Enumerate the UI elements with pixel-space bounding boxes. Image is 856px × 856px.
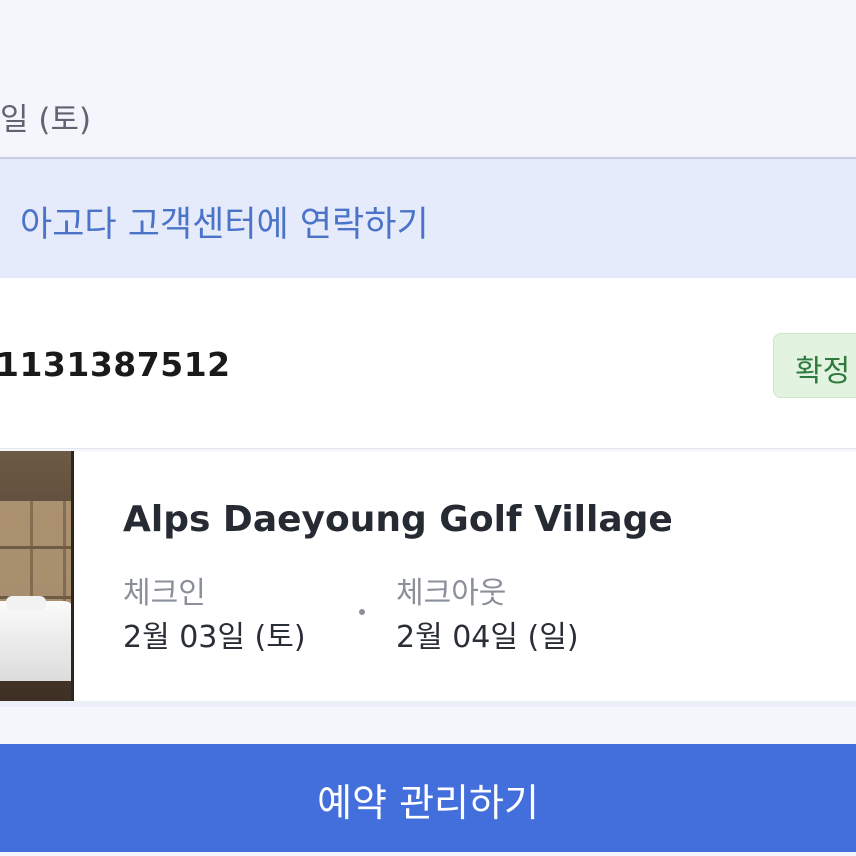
- hotel-thumbnail-image[interactable]: [0, 451, 74, 701]
- manage-booking-label: 예약 관리하기: [317, 781, 539, 825]
- checkin-date: 2월 03일 (토): [123, 620, 306, 655]
- previous-date-text: 일 (토): [0, 102, 92, 138]
- checkin-label: 체크인: [123, 576, 206, 611]
- hotel-name[interactable]: Alps Daeyoung Golf Village: [123, 499, 673, 540]
- card-divider: [0, 701, 856, 707]
- status-badge-label: 확정: [795, 354, 851, 389]
- booking-id: 1131387512: [0, 345, 231, 384]
- checkout-date: 2월 04일 (일): [396, 620, 579, 655]
- contact-support-link[interactable]: 아고다 고객센터에 연락하기: [20, 196, 429, 247]
- thumbnail-edge: [0, 451, 74, 701]
- checkout-label: 체크아웃: [396, 576, 507, 611]
- date-separator-dot: [359, 609, 365, 615]
- previous-section: [0, 0, 856, 159]
